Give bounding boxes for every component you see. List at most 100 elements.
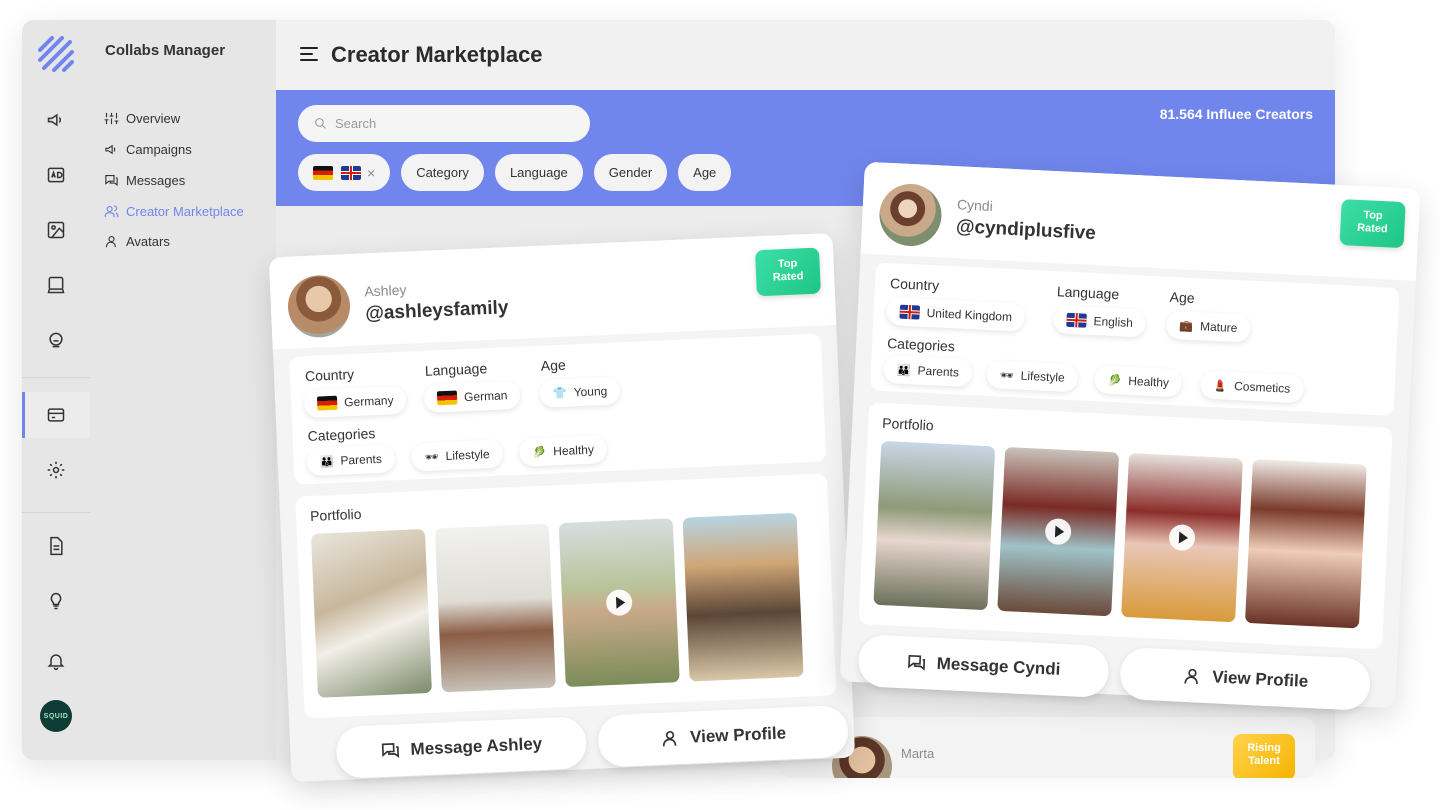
category-pill: 👪 Parents	[306, 444, 396, 477]
pill-text: Parents	[917, 363, 960, 380]
portfolio-thumbnail[interactable]	[873, 440, 996, 611]
categories-label: Categories	[886, 335, 956, 355]
face-icon[interactable]	[44, 328, 68, 352]
age-pill: 👕 Young	[539, 376, 621, 408]
portfolio-thumbnail[interactable]	[1244, 459, 1367, 629]
badge-line: Talent	[1248, 755, 1280, 767]
country-filter-chip[interactable]: ×	[298, 154, 391, 191]
country-pill: United Kingdom	[886, 296, 1026, 332]
age-pill: 💼 Mature	[1165, 310, 1252, 343]
search-bar[interactable]	[298, 105, 590, 142]
country-pill: Germany	[303, 385, 408, 419]
document-icon[interactable]	[44, 534, 68, 558]
gear-icon[interactable]	[44, 458, 68, 482]
creator-handle[interactable]: @cyndiplusfive	[955, 216, 1096, 245]
icon-rail: SQUID	[22, 20, 90, 760]
germany-flag-icon	[436, 390, 458, 406]
briefcase-icon: 💼	[1179, 319, 1194, 333]
page-title: Creator Marketplace	[331, 42, 543, 67]
portfolio-thumbnail[interactable]	[997, 446, 1120, 617]
germany-flag-icon	[313, 165, 333, 180]
creator-handle[interactable]: @ashleysfamily	[365, 297, 509, 325]
creator-card-marta[interactable]: Marta Rising Talent	[780, 718, 1315, 778]
brand-logo-icon[interactable]	[34, 32, 78, 76]
portfolio-thumbnail[interactable]	[310, 529, 432, 698]
view-profile-button[interactable]: View Profile	[597, 704, 850, 768]
pill-text: Mature	[1199, 319, 1238, 336]
pill-text: United Kingdom	[926, 305, 1013, 325]
age-filter[interactable]: Age	[678, 154, 732, 191]
sidebar-item-campaigns[interactable]: Campaigns	[104, 142, 192, 157]
search-input[interactable]	[335, 116, 565, 131]
menu-icon[interactable]	[300, 46, 318, 62]
rising-talent-badge: Rising Talent	[1233, 734, 1295, 778]
sidebar-item-creator-marketplace[interactable]: Creator Marketplace	[104, 204, 244, 219]
message-button[interactable]: Message Ashley	[335, 716, 588, 780]
germany-flag-icon	[316, 395, 338, 411]
pill-text: Healthy	[552, 442, 595, 459]
leaf-icon: 🥬	[1107, 374, 1122, 388]
creator-first-name: Cyndi	[956, 196, 994, 215]
pill-text: Healthy	[1128, 373, 1170, 390]
button-label: Message Ashley	[410, 734, 543, 759]
language-filter[interactable]: Language	[494, 154, 583, 191]
sidebar-item-messages[interactable]: Messages	[104, 173, 185, 188]
inbox-icon[interactable]	[44, 273, 68, 297]
ad-icon[interactable]	[44, 163, 68, 187]
badge-line: Rated	[772, 270, 804, 284]
family-icon: 👪	[319, 455, 334, 469]
creators-count: 81.564 Influee Creators	[1159, 106, 1313, 122]
sidebar-item-label: Messages	[126, 173, 186, 188]
uk-flag-icon	[341, 165, 361, 180]
bell-icon[interactable]	[44, 649, 68, 673]
family-icon: 👪	[896, 364, 911, 377]
pill-text: Lifestyle	[1020, 368, 1066, 385]
pill-text: Parents	[340, 451, 383, 468]
megaphone-icon[interactable]	[44, 108, 68, 132]
portfolio-thumbnail[interactable]	[1121, 452, 1243, 623]
portfolio-thumbnail[interactable]	[434, 523, 556, 693]
portfolio-thumbnail[interactable]	[558, 518, 680, 688]
image-icon[interactable]	[44, 218, 68, 242]
gender-filter[interactable]: Gender	[593, 154, 668, 191]
rail-divider	[22, 512, 90, 513]
card-icon[interactable]	[44, 403, 68, 427]
sunglasses-icon: 🕶	[999, 369, 1015, 382]
button-label: View Profile	[689, 723, 787, 747]
category-pill: 🥬 Healthy	[518, 434, 608, 467]
top-rated-badge: Top Rated	[1339, 199, 1406, 249]
creator-first-name: Ashley	[364, 281, 407, 300]
chat-icon	[908, 654, 926, 671]
portfolio-label: Portfolio	[309, 505, 362, 524]
creator-info: Country Germany Language German Age 👕 You…	[289, 333, 827, 485]
sidebar-item-avatars[interactable]: Avatars	[104, 234, 170, 249]
sidebar: Collabs Manager Overview Campaigns Messa…	[90, 20, 276, 760]
sidebar-item-overview[interactable]: Overview	[104, 111, 180, 126]
play-icon[interactable]	[1044, 517, 1072, 546]
avatar[interactable]	[878, 182, 943, 248]
play-icon[interactable]	[605, 589, 633, 617]
account-avatar[interactable]: SQUID	[40, 700, 72, 732]
category-filter[interactable]: Category	[401, 154, 484, 191]
leaf-icon: 🥬	[532, 446, 547, 459]
sidebar-item-label: Overview	[126, 111, 181, 126]
age-label: Age	[540, 356, 567, 374]
pill-text: Young	[573, 383, 608, 400]
category-pill: 💄 Cosmetics	[1199, 370, 1304, 404]
portfolio-thumbnail[interactable]	[682, 512, 804, 682]
close-icon[interactable]: ×	[367, 165, 375, 181]
play-icon[interactable]	[1168, 524, 1196, 552]
creator-card-ashley: Ashley @ashleysfamily Top Rated Country …	[268, 232, 856, 783]
uk-flag-icon	[1066, 312, 1087, 328]
categories-label: Categories	[307, 425, 376, 445]
category-pill: 🕶 Lifestyle	[411, 439, 504, 472]
user-icon	[105, 235, 116, 248]
avatar[interactable]	[286, 274, 352, 339]
lightbulb-icon[interactable]	[44, 589, 68, 613]
sidebar-item-label: Creator Marketplace	[126, 204, 244, 219]
creator-info: Country United Kingdom Language English …	[869, 262, 1400, 416]
category-pill: 🥬 Healthy	[1093, 365, 1183, 398]
users-icon	[104, 205, 119, 218]
badge-line: Rated	[1356, 221, 1388, 236]
button-label: View Profile	[1211, 667, 1309, 691]
